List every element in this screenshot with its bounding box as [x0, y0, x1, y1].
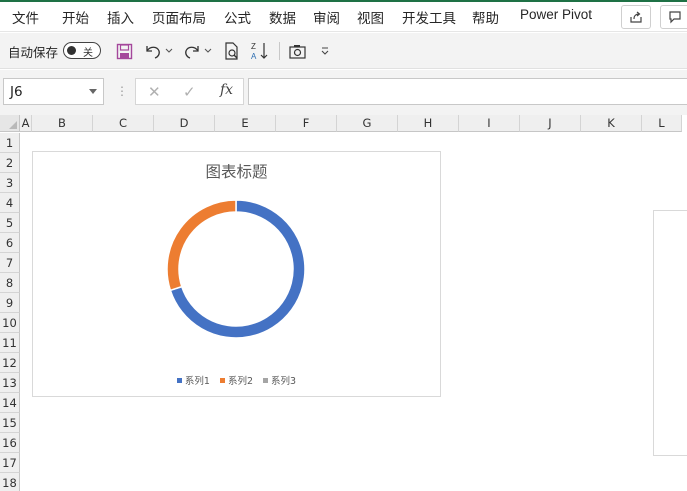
- legend-label: 系列3: [271, 376, 297, 387]
- select-all-button[interactable]: [0, 115, 20, 132]
- row-header-16[interactable]: 16: [0, 433, 20, 453]
- tab-file[interactable]: 文件: [12, 7, 39, 27]
- row-header-11[interactable]: 11: [0, 333, 20, 353]
- sort-az-icon: Z A: [251, 42, 268, 61]
- customize-toolbar-icon: [321, 47, 329, 55]
- row-header-18[interactable]: 18: [0, 473, 20, 491]
- legend-swatch: [219, 377, 225, 383]
- camera-button[interactable]: [287, 41, 307, 61]
- tab-formulas[interactable]: 公式: [224, 7, 251, 27]
- legend-entry: 系列3: [263, 373, 296, 387]
- autosave-label: 自动保存: [8, 45, 59, 60]
- chart-plot-area: [166, 199, 306, 339]
- donut-slice-系列2[interactable]: [166, 199, 237, 292]
- row-header-1[interactable]: 1: [0, 133, 20, 153]
- enter-icon[interactable]: ✓: [183, 83, 196, 101]
- tab-page-layout[interactable]: 页面布局: [152, 7, 206, 27]
- column-header-j[interactable]: J: [520, 115, 581, 132]
- tab-power-pivot[interactable]: Power Pivot: [520, 7, 592, 22]
- legend-entry: 系列1: [176, 373, 210, 387]
- legend-label: 系列2: [227, 376, 254, 387]
- column-header-a[interactable]: A: [20, 115, 32, 132]
- save-icon: [116, 43, 132, 59]
- row-header-12[interactable]: 12: [0, 353, 20, 373]
- column-header-i[interactable]: I: [459, 115, 520, 132]
- redo-button[interactable]: [182, 41, 214, 61]
- comment-icon: [669, 11, 681, 24]
- name-box-value: J6: [10, 84, 23, 100]
- customize-toolbar-button[interactable]: [318, 41, 332, 61]
- undo-icon: [146, 46, 173, 59]
- chart-legend[interactable]: 系列1 系列2 系列3: [33, 373, 440, 387]
- row-header-14[interactable]: 14: [0, 393, 20, 413]
- comments-button[interactable]: [660, 5, 687, 29]
- tab-help[interactable]: 帮助: [472, 7, 499, 27]
- formula-buttons: ✕ ✓ fx: [135, 78, 244, 105]
- autosave-state: 关: [83, 48, 93, 59]
- tab-review[interactable]: 审阅: [313, 7, 340, 27]
- ribbon-tab-bar: 文件 开始 插入 页面布局 公式 数据 审阅 视图 开发工具 帮助 Power …: [0, 0, 687, 32]
- print-preview-icon: [225, 42, 238, 60]
- tab-view[interactable]: 视图: [357, 7, 384, 27]
- row-header-3[interactable]: 3: [0, 173, 20, 193]
- row-header-6[interactable]: 6: [0, 233, 20, 253]
- legend-entry: 系列2: [219, 373, 254, 387]
- legend-swatch: [176, 377, 182, 383]
- column-header-h[interactable]: H: [398, 115, 459, 132]
- name-box[interactable]: J6: [3, 78, 104, 105]
- legend-swatch: [263, 377, 269, 383]
- row-header-17[interactable]: 17: [0, 453, 20, 473]
- formula-input[interactable]: [248, 78, 687, 105]
- tab-insert[interactable]: 插入: [107, 7, 134, 27]
- column-header-k[interactable]: K: [581, 115, 642, 132]
- formula-bar: J6 ⋮ ✕ ✓ fx: [0, 70, 687, 115]
- tab-home[interactable]: 开始: [62, 7, 89, 27]
- row-header-15[interactable]: 15: [0, 413, 20, 433]
- quick-access-toolbar: 自动保存 关 Z A: [0, 33, 687, 69]
- svg-text:Z: Z: [251, 42, 256, 51]
- row-header-7[interactable]: 7: [0, 253, 20, 273]
- column-header-f[interactable]: F: [276, 115, 337, 132]
- undo-button[interactable]: [143, 41, 175, 61]
- redo-icon: [185, 46, 212, 59]
- chevron-down-icon[interactable]: [89, 89, 97, 94]
- sort-button[interactable]: Z A: [249, 41, 271, 61]
- toolbar-separator: [279, 42, 280, 60]
- cancel-icon[interactable]: ✕: [148, 83, 161, 101]
- row-header-5[interactable]: 5: [0, 213, 20, 233]
- row-header-2[interactable]: 2: [0, 153, 20, 173]
- partial-chart-object[interactable]: [653, 210, 687, 456]
- doughnut-chart[interactable]: 图表标题 系列1 系列2 系列3: [32, 151, 441, 397]
- row-header-9[interactable]: 9: [0, 293, 20, 313]
- share-icon: [630, 11, 642, 23]
- autosave-toggle[interactable]: 关: [63, 42, 101, 59]
- tab-data[interactable]: 数据: [269, 7, 296, 27]
- save-button[interactable]: [114, 41, 134, 61]
- title-bar-accent: [0, 0, 687, 2]
- vertical-dots-icon[interactable]: ⋮: [116, 84, 128, 98]
- camera-icon: [288, 44, 306, 59]
- column-header-b[interactable]: B: [32, 115, 93, 132]
- insert-function-button[interactable]: fx: [220, 82, 233, 98]
- column-header-g[interactable]: G: [337, 115, 398, 132]
- row-header-10[interactable]: 10: [0, 313, 20, 333]
- legend-label: 系列1: [184, 376, 210, 387]
- column-header-d[interactable]: D: [154, 115, 215, 132]
- tab-developer[interactable]: 开发工具: [402, 7, 456, 27]
- column-header-l[interactable]: L: [642, 115, 682, 132]
- select-all-triangle: [9, 121, 17, 129]
- column-header-c[interactable]: C: [93, 115, 154, 132]
- svg-text:A: A: [251, 52, 257, 61]
- row-header-13[interactable]: 13: [0, 373, 20, 393]
- row-header-4[interactable]: 4: [0, 193, 20, 213]
- print-preview-button[interactable]: [222, 41, 242, 61]
- column-header-e[interactable]: E: [215, 115, 276, 132]
- share-button[interactable]: [621, 5, 651, 29]
- toggle-knob: [67, 46, 76, 55]
- row-header-8[interactable]: 8: [0, 273, 20, 293]
